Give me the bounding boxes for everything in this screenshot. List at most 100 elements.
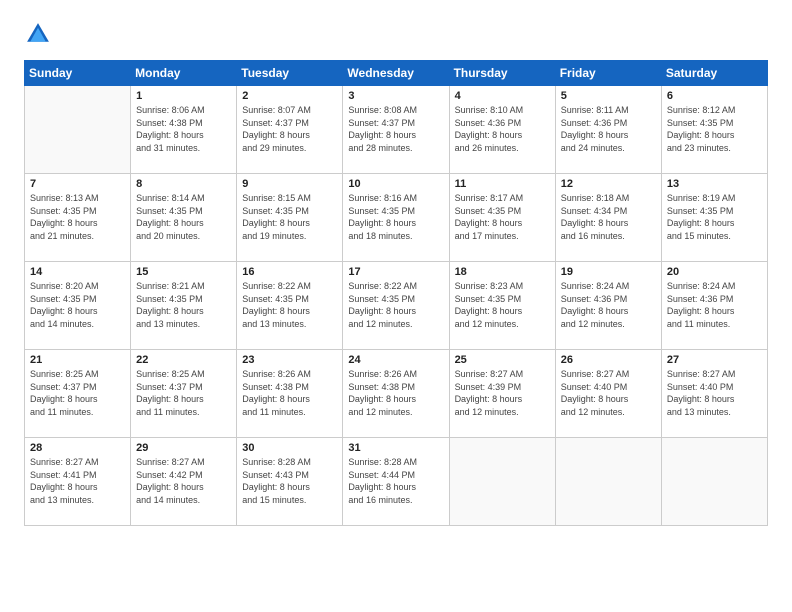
- day-info: Sunrise: 8:25 AMSunset: 4:37 PMDaylight:…: [136, 368, 231, 418]
- day-number: 15: [136, 266, 231, 278]
- day-number: 23: [242, 354, 337, 366]
- day-info: Sunrise: 8:20 AMSunset: 4:35 PMDaylight:…: [30, 280, 125, 330]
- day-info: Sunrise: 8:27 AMSunset: 4:40 PMDaylight:…: [561, 368, 656, 418]
- day-cell: [449, 438, 555, 526]
- day-cell: 8Sunrise: 8:14 AMSunset: 4:35 PMDaylight…: [131, 174, 237, 262]
- day-number: 21: [30, 354, 125, 366]
- day-info: Sunrise: 8:23 AMSunset: 4:35 PMDaylight:…: [455, 280, 550, 330]
- calendar-table: SundayMondayTuesdayWednesdayThursdayFrid…: [24, 60, 768, 526]
- day-cell: [25, 86, 131, 174]
- logo: [24, 20, 56, 48]
- calendar-body: 1 Sunrise: 8:06 AMSunset: 4:38 PMDaylight…: [25, 86, 768, 526]
- day-cell: 30Sunrise: 8:28 AMSunset: 4:43 PMDayligh…: [237, 438, 343, 526]
- day-number: 31: [348, 442, 443, 454]
- day-info: Sunrise: 8:24 AMSunset: 4:36 PMDaylight:…: [667, 280, 762, 330]
- day-number: 7: [30, 178, 125, 190]
- day-info: Sunrise: 8:12 AMSunset: 4:35 PMDaylight:…: [667, 104, 762, 154]
- day-number: 2: [242, 90, 337, 102]
- header-cell-wednesday: Wednesday: [343, 61, 449, 86]
- day-number: 25: [455, 354, 550, 366]
- day-cell: 28Sunrise: 8:27 AMSunset: 4:41 PMDayligh…: [25, 438, 131, 526]
- header: [24, 20, 768, 48]
- day-number: 30: [242, 442, 337, 454]
- day-number: 1: [136, 90, 231, 102]
- day-info: Sunrise: 8:27 AMSunset: 4:41 PMDaylight:…: [30, 456, 125, 506]
- day-number: 10: [348, 178, 443, 190]
- page: SundayMondayTuesdayWednesdayThursdayFrid…: [0, 0, 792, 612]
- day-info: Sunrise: 8:08 AMSunset: 4:37 PMDaylight:…: [348, 104, 443, 154]
- day-cell: 15 Sunrise: 8:21 AMSunset: 4:35 PMDayligh…: [131, 262, 237, 350]
- day-cell: 13Sunrise: 8:19 AMSunset: 4:35 PMDayligh…: [661, 174, 767, 262]
- logo-icon: [24, 20, 52, 48]
- day-number: 29: [136, 442, 231, 454]
- day-cell: 31Sunrise: 8:28 AMSunset: 4:44 PMDayligh…: [343, 438, 449, 526]
- day-info: Sunrise: 8:06 AMSunset: 4:38 PMDaylight:…: [136, 104, 231, 154]
- day-number: 5: [561, 90, 656, 102]
- day-cell: [661, 438, 767, 526]
- day-info: Sunrise: 8:24 AMSunset: 4:36 PMDaylight:…: [561, 280, 656, 330]
- day-number: 12: [561, 178, 656, 190]
- day-info: Sunrise: 8:18 AMSunset: 4:34 PMDaylight:…: [561, 192, 656, 242]
- day-number: 27: [667, 354, 762, 366]
- day-cell: 5 Sunrise: 8:11 AMSunset: 4:36 PMDaylight…: [555, 86, 661, 174]
- header-cell-sunday: Sunday: [25, 61, 131, 86]
- day-number: 16: [242, 266, 337, 278]
- day-number: 4: [455, 90, 550, 102]
- day-cell: 7 Sunrise: 8:13 AMSunset: 4:35 PMDaylight…: [25, 174, 131, 262]
- day-info: Sunrise: 8:13 AMSunset: 4:35 PMDaylight:…: [30, 192, 125, 242]
- week-row-1: 1 Sunrise: 8:06 AMSunset: 4:38 PMDaylight…: [25, 86, 768, 174]
- day-cell: 26 Sunrise: 8:27 AMSunset: 4:40 PMDayligh…: [555, 350, 661, 438]
- day-cell: 4 Sunrise: 8:10 AMSunset: 4:36 PMDaylight…: [449, 86, 555, 174]
- day-cell: 20 Sunrise: 8:24 AMSunset: 4:36 PMDayligh…: [661, 262, 767, 350]
- week-row-3: 14 Sunrise: 8:20 AMSunset: 4:35 PMDayligh…: [25, 262, 768, 350]
- day-cell: 24 Sunrise: 8:26 AMSunset: 4:38 PMDayligh…: [343, 350, 449, 438]
- day-cell: 17 Sunrise: 8:22 AMSunset: 4:35 PMDayligh…: [343, 262, 449, 350]
- day-cell: 19Sunrise: 8:24 AMSunset: 4:36 PMDayligh…: [555, 262, 661, 350]
- day-info: Sunrise: 8:07 AMSunset: 4:37 PMDaylight:…: [242, 104, 337, 154]
- day-number: 9: [242, 178, 337, 190]
- day-number: 11: [455, 178, 550, 190]
- day-number: 24: [348, 354, 443, 366]
- day-cell: [555, 438, 661, 526]
- day-info: Sunrise: 8:27 AMSunset: 4:42 PMDaylight:…: [136, 456, 231, 506]
- header-cell-tuesday: Tuesday: [237, 61, 343, 86]
- day-number: 14: [30, 266, 125, 278]
- day-info: Sunrise: 8:27 AMSunset: 4:40 PMDaylight:…: [667, 368, 762, 418]
- week-row-4: 21 Sunrise: 8:25 AMSunset: 4:37 PMDayligh…: [25, 350, 768, 438]
- day-cell: 3Sunrise: 8:08 AMSunset: 4:37 PMDaylight…: [343, 86, 449, 174]
- day-info: Sunrise: 8:17 AMSunset: 4:35 PMDaylight:…: [455, 192, 550, 242]
- day-number: 26: [561, 354, 656, 366]
- day-info: Sunrise: 8:11 AMSunset: 4:36 PMDaylight:…: [561, 104, 656, 154]
- day-cell: 21 Sunrise: 8:25 AMSunset: 4:37 PMDayligh…: [25, 350, 131, 438]
- calendar-header: SundayMondayTuesdayWednesdayThursdayFrid…: [25, 61, 768, 86]
- day-cell: 9 Sunrise: 8:15 AMSunset: 4:35 PMDaylight…: [237, 174, 343, 262]
- day-info: Sunrise: 8:26 AMSunset: 4:38 PMDaylight:…: [348, 368, 443, 418]
- day-cell: 29 Sunrise: 8:27 AMSunset: 4:42 PMDayligh…: [131, 438, 237, 526]
- day-info: Sunrise: 8:15 AMSunset: 4:35 PMDaylight:…: [242, 192, 337, 242]
- day-cell: 27 Sunrise: 8:27 AMSunset: 4:40 PMDayligh…: [661, 350, 767, 438]
- day-info: Sunrise: 8:25 AMSunset: 4:37 PMDaylight:…: [30, 368, 125, 418]
- day-number: 6: [667, 90, 762, 102]
- day-cell: 18Sunrise: 8:23 AMSunset: 4:35 PMDayligh…: [449, 262, 555, 350]
- day-cell: 16 Sunrise: 8:22 AMSunset: 4:35 PMDayligh…: [237, 262, 343, 350]
- day-cell: 11 Sunrise: 8:17 AMSunset: 4:35 PMDayligh…: [449, 174, 555, 262]
- header-cell-friday: Friday: [555, 61, 661, 86]
- day-info: Sunrise: 8:22 AMSunset: 4:35 PMDaylight:…: [242, 280, 337, 330]
- day-info: Sunrise: 8:16 AMSunset: 4:35 PMDaylight:…: [348, 192, 443, 242]
- day-cell: 1 Sunrise: 8:06 AMSunset: 4:38 PMDaylight…: [131, 86, 237, 174]
- day-cell: 14 Sunrise: 8:20 AMSunset: 4:35 PMDayligh…: [25, 262, 131, 350]
- day-info: Sunrise: 8:21 AMSunset: 4:35 PMDaylight:…: [136, 280, 231, 330]
- header-row: SundayMondayTuesdayWednesdayThursdayFrid…: [25, 61, 768, 86]
- day-cell: 22 Sunrise: 8:25 AMSunset: 4:37 PMDayligh…: [131, 350, 237, 438]
- header-cell-thursday: Thursday: [449, 61, 555, 86]
- day-info: Sunrise: 8:10 AMSunset: 4:36 PMDaylight:…: [455, 104, 550, 154]
- day-number: 22: [136, 354, 231, 366]
- day-cell: 25 Sunrise: 8:27 AMSunset: 4:39 PMDayligh…: [449, 350, 555, 438]
- day-info: Sunrise: 8:26 AMSunset: 4:38 PMDaylight:…: [242, 368, 337, 418]
- day-info: Sunrise: 8:22 AMSunset: 4:35 PMDaylight:…: [348, 280, 443, 330]
- day-number: 20: [667, 266, 762, 278]
- day-cell: 12 Sunrise: 8:18 AMSunset: 4:34 PMDayligh…: [555, 174, 661, 262]
- day-info: Sunrise: 8:27 AMSunset: 4:39 PMDaylight:…: [455, 368, 550, 418]
- day-number: 17: [348, 266, 443, 278]
- week-row-5: 28Sunrise: 8:27 AMSunset: 4:41 PMDayligh…: [25, 438, 768, 526]
